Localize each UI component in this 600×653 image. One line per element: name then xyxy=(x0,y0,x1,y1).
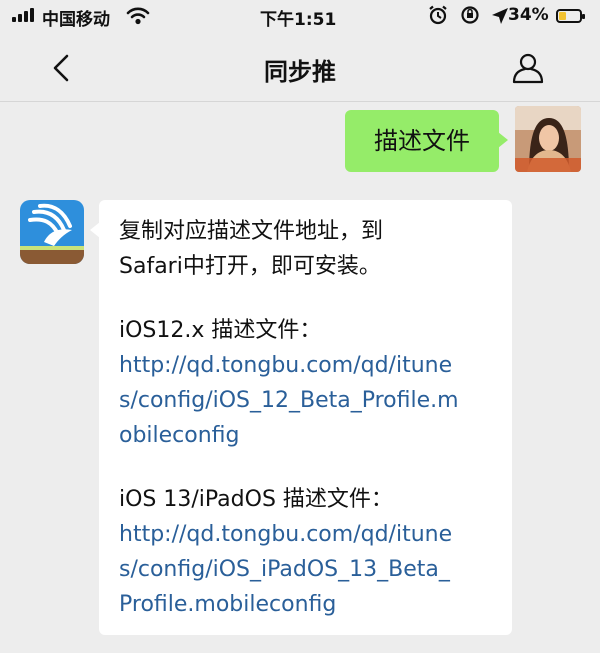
ios13-profile-link[interactable]: http://qd.tongbu.com/qd/itune s/config/i… xyxy=(119,517,494,622)
tongbu-app-icon xyxy=(20,200,84,264)
signal-icon xyxy=(12,8,38,22)
wifi-icon xyxy=(126,7,150,25)
nav-bar: 同步推 xyxy=(0,34,600,102)
nav-divider xyxy=(0,101,600,102)
back-button[interactable] xyxy=(42,48,82,88)
alarm-icon xyxy=(429,5,447,25)
status-bar: 中国移动 下午1:51 34% xyxy=(0,0,600,34)
app-avatar[interactable] xyxy=(20,200,84,264)
ios12-profile-link[interactable]: http://qd.tongbu.com/qd/itune s/config/i… xyxy=(119,348,494,453)
battery-percent: 34% xyxy=(508,5,549,25)
message-line: 复制对应描述文件地址，到 xyxy=(119,219,384,244)
user-photo xyxy=(515,106,581,172)
battery-charging-icon xyxy=(556,9,585,23)
outgoing-message-bubble[interactable]: 描述文件 xyxy=(345,110,508,172)
status-icons xyxy=(428,5,509,26)
outgoing-message-text: 描述文件 xyxy=(374,127,470,155)
link-line[interactable]: s/config/iOS_12_Beta_Profile.m xyxy=(119,383,494,418)
link-line[interactable]: s/config/iOS_iPadOS_13_Beta_ xyxy=(119,552,494,587)
link-line[interactable]: http://qd.tongbu.com/qd/itune xyxy=(119,517,494,552)
person-icon xyxy=(512,53,544,84)
message-line: iOS12.x 描述文件： xyxy=(119,318,322,343)
clock: 下午1:51 xyxy=(260,10,337,30)
user-avatar[interactable] xyxy=(515,106,581,172)
profile-button[interactable] xyxy=(508,48,548,88)
link-line[interactable]: obileconfig xyxy=(119,418,494,453)
link-line[interactable]: Profile.mobileconfig xyxy=(119,587,494,622)
carrier-name: 中国移动 xyxy=(42,10,110,30)
message-line: iOS 13/iPadOS 描述文件： xyxy=(119,487,393,512)
link-line[interactable]: http://qd.tongbu.com/qd/itune xyxy=(119,348,494,383)
incoming-message-bubble[interactable]: 复制对应描述文件地址，到 Safari中打开，即可安装。 iOS12.x 描述文… xyxy=(90,200,512,635)
orientation-lock-icon xyxy=(460,6,479,24)
location-arrow-icon xyxy=(492,8,509,24)
chevron-left-icon xyxy=(53,54,69,82)
message-line: Safari中打开，即可安装。 xyxy=(119,254,381,279)
